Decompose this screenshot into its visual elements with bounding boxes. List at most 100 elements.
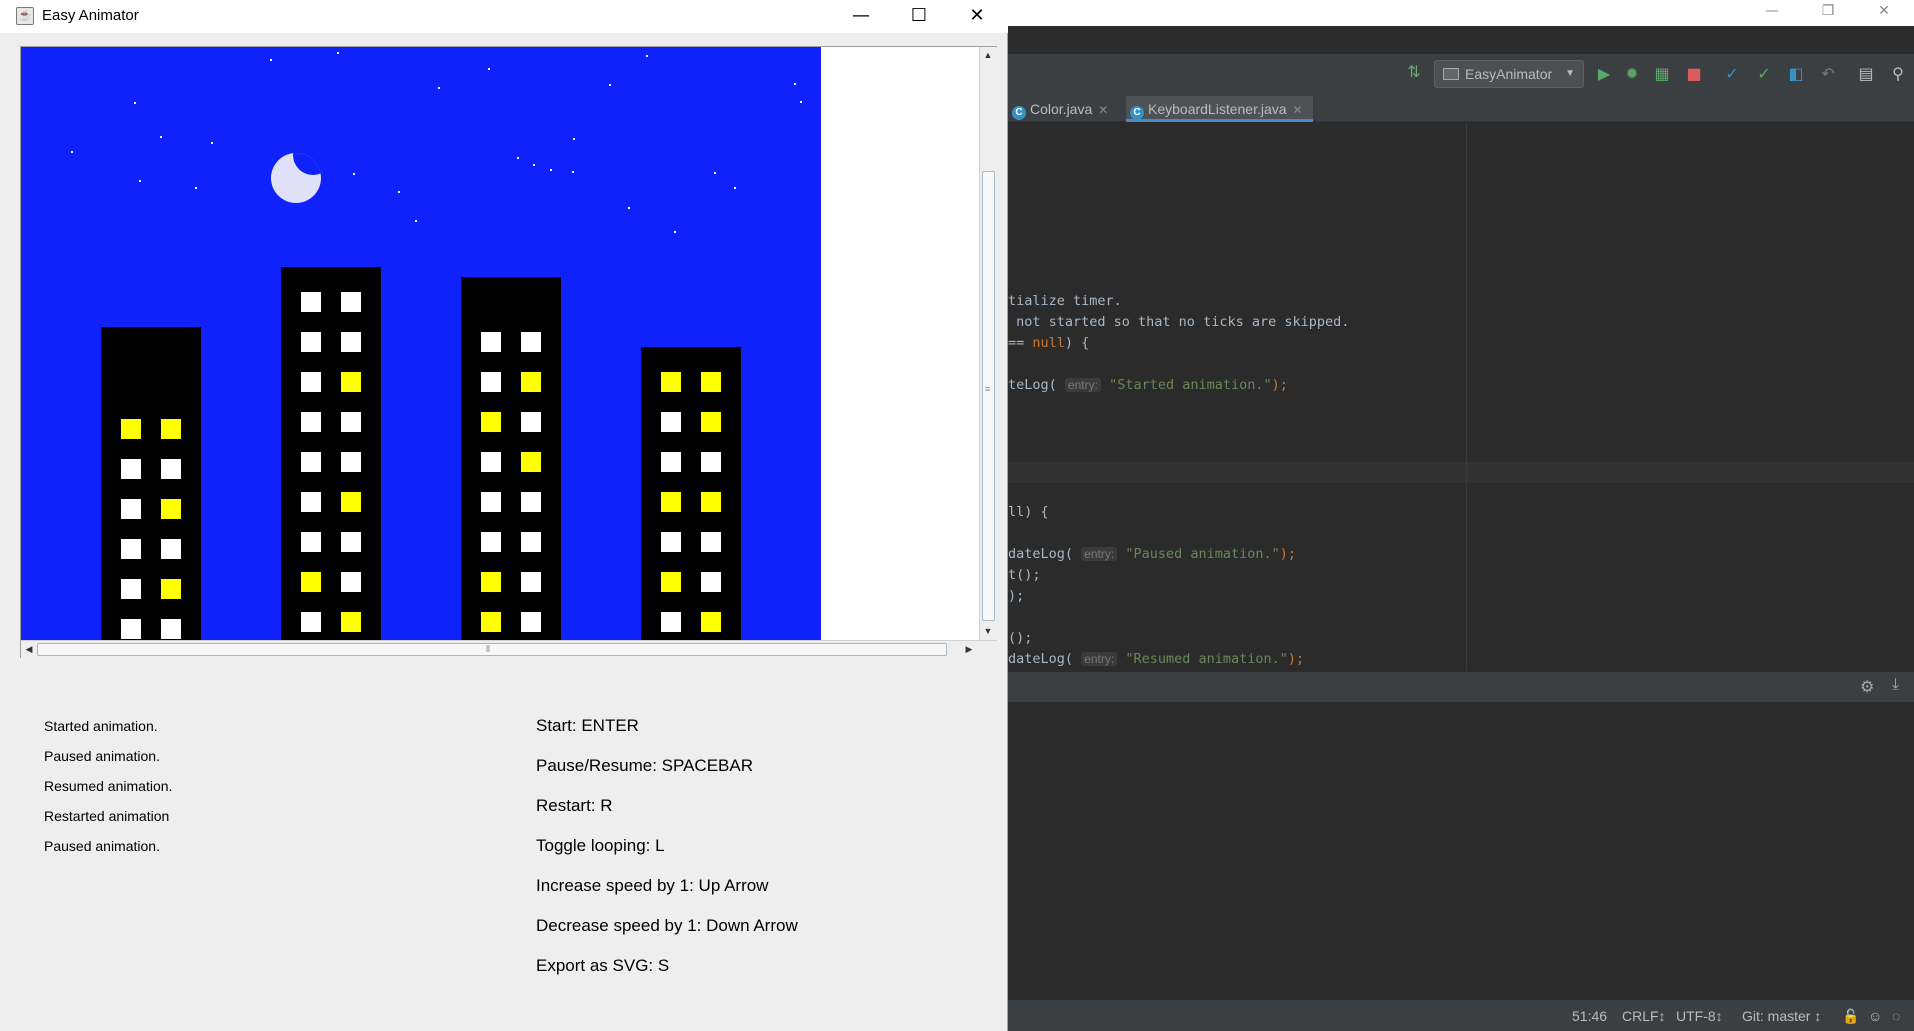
star — [573, 138, 575, 140]
building-window — [521, 412, 541, 432]
star — [714, 172, 716, 174]
building-window — [521, 492, 541, 512]
star — [353, 173, 355, 175]
vcs-update-icon[interactable]: ✓ — [1722, 64, 1742, 84]
event-log-icon[interactable]: ◌ — [1892, 1008, 1900, 1024]
tab-color-java[interactable]: C Color.java ✕ — [1008, 96, 1118, 122]
code-line: (); — [1008, 630, 1033, 646]
building-window — [301, 492, 321, 512]
building-window — [121, 419, 141, 439]
code-line: dateLog( entry: "Resumed animation."); — [1008, 651, 1305, 667]
grip-icon: ⦀ — [486, 644, 490, 654]
star — [674, 231, 676, 233]
animation-scroll-pane: ▲ ≡ ▼ ◀ ⦀ ▶ — [20, 46, 997, 658]
control-start: Start: ENTER — [536, 716, 639, 735]
editor-tabs: C Color.java ✕ C KeyboardListener.java ✕ — [1008, 94, 1914, 122]
gear-icon[interactable]: ⚙ — [1860, 677, 1874, 697]
building-window — [341, 572, 361, 592]
vcs-history-icon[interactable]: ◧ — [1786, 64, 1806, 84]
horizontal-scrollbar[interactable]: ◀ ⦀ ▶ — [21, 640, 997, 658]
close-tab-icon[interactable]: ✕ — [1293, 103, 1303, 117]
keyboard-controls-legend: Start: ENTER Pause/Resume: SPACEBAR Rest… — [536, 716, 798, 996]
close-button[interactable]: ✕ — [948, 0, 1006, 33]
revert-icon[interactable]: ↶ — [1818, 64, 1838, 84]
moon-shadow — [293, 153, 321, 175]
run-icon[interactable]: ▶ — [1594, 64, 1614, 84]
star — [195, 187, 197, 189]
maximize-button[interactable]: ☐ — [890, 0, 948, 33]
star — [800, 101, 802, 103]
building-window — [481, 532, 501, 552]
scroll-right-arrow-icon[interactable]: ▶ — [961, 641, 977, 657]
ide-close-button[interactable]: ✕ — [1864, 0, 1904, 26]
building-window — [341, 612, 361, 632]
lock-icon[interactable]: 🔓 — [1842, 1008, 1859, 1025]
building-window — [521, 612, 541, 632]
code-line: teLog( entry: "Started animation."); — [1008, 377, 1288, 393]
building-window — [481, 492, 501, 512]
project-structure-icon[interactable]: ▤ — [1856, 64, 1876, 84]
line-separator[interactable]: CRLF↕ — [1622, 1008, 1666, 1024]
scroll-left-arrow-icon[interactable]: ◀ — [21, 641, 37, 657]
log-entry: Paused animation. — [44, 838, 160, 854]
minimize-button[interactable]: — — [832, 0, 890, 33]
star — [211, 142, 213, 144]
tool-window-header: ⚙ ⤓ — [1008, 672, 1914, 702]
git-branch[interactable]: Git: master ↕ — [1742, 1008, 1821, 1024]
control-pause-resume: Pause/Resume: SPACEBAR — [536, 756, 753, 775]
building-window — [161, 539, 181, 559]
star — [794, 83, 796, 85]
building-window — [121, 619, 141, 639]
file-encoding[interactable]: UTF-8↕ — [1676, 1008, 1723, 1024]
building-window — [121, 459, 141, 479]
building-window — [701, 452, 721, 472]
hide-panel-icon[interactable]: ⤓ — [1892, 676, 1899, 694]
star — [415, 220, 417, 222]
building — [461, 277, 561, 640]
star — [609, 84, 611, 86]
building-window — [341, 452, 361, 472]
stop-icon[interactable]: ■ — [1684, 64, 1704, 84]
java-app-icon: ☕ — [16, 7, 34, 25]
debug-icon[interactable]: ✹ — [1622, 64, 1642, 84]
ide-minimize-button[interactable]: — — [1752, 0, 1792, 26]
close-tab-icon[interactable]: ✕ — [1098, 103, 1108, 117]
building-window — [301, 292, 321, 312]
building-window — [521, 332, 541, 352]
build-icon[interactable]: ⇅ — [1404, 62, 1424, 82]
control-decrease-speed: Decrease speed by 1: Down Arrow — [536, 916, 798, 935]
ide-restore-button[interactable]: ❐ — [1808, 0, 1848, 26]
inspector-icon[interactable]: ☺ — [1868, 1008, 1882, 1024]
building-window — [341, 372, 361, 392]
building-window — [341, 532, 361, 552]
building-window — [301, 612, 321, 632]
scroll-up-arrow-icon[interactable]: ▲ — [980, 47, 996, 63]
search-icon[interactable]: ⚲ — [1888, 64, 1908, 84]
scroll-down-arrow-icon[interactable]: ▼ — [980, 623, 996, 639]
code-line: tialize timer. — [1008, 293, 1122, 309]
tool-window-panel — [1008, 702, 1914, 998]
star — [517, 157, 519, 159]
code-editor[interactable]: tialize timer. not started so that no ti… — [1008, 123, 1914, 671]
building-window — [701, 532, 721, 552]
cursor-position[interactable]: 51:46 — [1572, 1008, 1607, 1024]
tab-keyboardlistener-java[interactable]: C KeyboardListener.java ✕ — [1126, 96, 1313, 122]
building-window — [661, 532, 681, 552]
parameter-hint: entry: — [1064, 378, 1101, 392]
vertical-scrollbar[interactable]: ▲ ≡ ▼ — [979, 47, 997, 640]
control-export-svg: Export as SVG: S — [536, 956, 670, 975]
vertical-scroll-thumb[interactable]: ≡ — [982, 171, 995, 621]
run-config-icon — [1443, 68, 1459, 80]
building-window — [161, 499, 181, 519]
run-configuration-select[interactable]: EasyAnimator ▼ — [1434, 60, 1584, 88]
star — [398, 191, 400, 193]
building-window — [521, 572, 541, 592]
vcs-commit-icon[interactable]: ✓ — [1754, 64, 1774, 84]
horizontal-scroll-thumb[interactable]: ⦀ — [37, 643, 947, 656]
building-window — [481, 372, 501, 392]
coverage-icon[interactable]: ▦ — [1652, 64, 1672, 84]
star — [488, 68, 490, 70]
building-window — [661, 452, 681, 472]
caret-line-highlight — [1008, 462, 1914, 483]
building-window — [301, 332, 321, 352]
